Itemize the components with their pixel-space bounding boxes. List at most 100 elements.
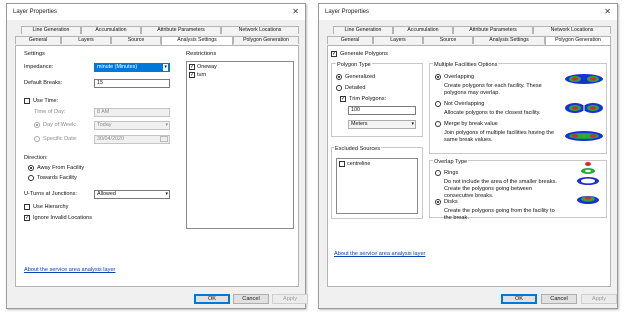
trim-value-input[interactable]: 100 xyxy=(348,106,416,115)
title-bar: Layer Properties ✕ xyxy=(7,4,305,20)
close-icon[interactable]: ✕ xyxy=(292,7,299,16)
time-of-day-input[interactable]: 8 AM xyxy=(94,108,170,117)
centreline-checkbox[interactable] xyxy=(339,161,345,167)
tab-source[interactable]: Source xyxy=(423,36,473,44)
multiple-facilities-header: Multiple Facilities Options xyxy=(433,62,499,68)
trim-units-dropdown[interactable]: Meters ▾ xyxy=(348,120,416,129)
dialog-title: Layer Properties xyxy=(13,9,58,15)
merge-by-break-radio[interactable] xyxy=(435,121,441,127)
generate-polygons-label: Generate Polygons xyxy=(340,51,388,57)
generalized-radio[interactable] xyxy=(336,74,342,80)
tab-attribute-parameters[interactable]: Attribute Parameters xyxy=(453,26,533,34)
restrictions-header: Restrictions xyxy=(186,51,217,57)
ignore-invalid-label: Ignore Invalid Locations xyxy=(33,215,93,221)
about-service-area-link[interactable]: About the service area analysis layer xyxy=(334,251,425,257)
disks-description: Create the polygons going from the facil… xyxy=(444,208,555,214)
restrictions-list[interactable]: ✓ Oneway ✓ turn xyxy=(186,61,294,229)
day-of-week-value: Today xyxy=(97,122,112,128)
tab-analysis-settings[interactable]: Analysis Settings xyxy=(161,36,233,45)
tab-general[interactable]: General xyxy=(15,36,61,44)
dialog-title: Layer Properties xyxy=(325,9,370,15)
ok-button[interactable]: OK xyxy=(194,294,230,304)
about-service-area-link[interactable]: About the service area analysis layer xyxy=(24,267,115,273)
generate-polygons-checkbox[interactable]: ✓ xyxy=(331,51,337,57)
uturns-value: Allowed xyxy=(97,191,116,197)
tab-network-locations[interactable]: Network Locations xyxy=(533,26,611,34)
ok-button[interactable]: OK xyxy=(501,294,537,304)
specific-date-label: Specific Date: xyxy=(43,136,78,142)
disks-icon xyxy=(577,196,599,204)
use-time-checkbox[interactable] xyxy=(24,98,30,104)
tab-attribute-parameters[interactable]: Attribute Parameters xyxy=(141,26,221,34)
disks-radio[interactable] xyxy=(435,199,441,205)
close-icon[interactable]: ✕ xyxy=(604,7,611,16)
polygon-type-header: Polygon Type xyxy=(336,62,372,68)
centreline-label: centreline xyxy=(347,161,371,167)
tab-accumulation[interactable]: Accumulation xyxy=(81,26,141,34)
uturns-dropdown[interactable]: Allowed ▾ xyxy=(94,190,170,199)
restriction-turn-label: turn xyxy=(197,72,207,78)
restriction-oneway-checkbox[interactable]: ✓ xyxy=(189,64,195,70)
overlapping-description-2: polygons may overlap. xyxy=(444,90,500,96)
uturns-label: U-Turns at Junctions: xyxy=(24,191,77,197)
rings-description-2: Create the polygons going between xyxy=(444,186,533,192)
layer-properties-dialog-polygon: Layer Properties ✕ Line Generation Accum… xyxy=(318,3,618,309)
chevron-down-icon: ▾ xyxy=(411,121,414,127)
apply-button[interactable]: Apply xyxy=(272,294,308,304)
day-of-week-dropdown[interactable]: Today ▾ xyxy=(94,121,170,130)
trim-polygons-checkbox[interactable]: ✓ xyxy=(340,96,346,102)
away-from-facility-radio[interactable] xyxy=(28,165,34,171)
default-breaks-input[interactable]: 15 xyxy=(94,79,170,88)
rings-radio[interactable] xyxy=(435,170,441,176)
day-of-week-label: Day of Week: xyxy=(43,122,77,128)
tab-polygon-generation[interactable]: Polygon Generation xyxy=(545,36,611,45)
specific-date-radio[interactable] xyxy=(34,136,40,142)
trim-units-value: Meters xyxy=(351,121,368,127)
ignore-invalid-checkbox[interactable]: ✓ xyxy=(24,215,30,221)
use-hierarchy-checkbox[interactable] xyxy=(24,204,30,210)
tab-line-generation[interactable]: Line Generation xyxy=(21,26,81,34)
polygon-generation-panel: ✓ Generate Polygons Polygon Type General… xyxy=(327,45,611,287)
towards-facility-label: Towards Facility xyxy=(37,175,77,181)
trim-polygons-label: Trim Polygons: xyxy=(349,96,387,102)
not-overlapping-polygons-icon xyxy=(565,102,603,114)
impedance-dropdown[interactable]: minute (Minutes) ▾ xyxy=(94,63,170,72)
tab-analysis-settings[interactable]: Analysis Settings xyxy=(473,36,545,44)
layer-properties-dialog-analysis: Layer Properties ✕ Line Generation Accum… xyxy=(6,3,308,309)
chevron-down-icon: ▾ xyxy=(165,191,168,197)
rings-label: Rings xyxy=(444,170,459,176)
use-time-label: Use Time: xyxy=(33,98,59,104)
restriction-turn-checkbox[interactable]: ✓ xyxy=(189,72,195,78)
cancel-button[interactable]: Cancel xyxy=(233,294,269,304)
calendar-icon[interactable] xyxy=(160,136,168,142)
merge-description-2: same break values. xyxy=(444,137,493,143)
tab-layers[interactable]: Layers xyxy=(373,36,423,44)
detailed-radio[interactable] xyxy=(336,85,342,91)
use-hierarchy-label: Use Hierarchy xyxy=(33,204,69,210)
detailed-label: Detailed xyxy=(345,85,366,91)
tab-line-generation[interactable]: Line Generation xyxy=(333,26,393,34)
overlapping-polygons-icon xyxy=(565,74,603,84)
not-overlapping-description: Allocate polygons to the closest facilit… xyxy=(444,110,541,116)
cancel-button[interactable]: Cancel xyxy=(541,294,577,304)
overlapping-description: Create polygons for each facility. These xyxy=(444,83,542,89)
not-overlapping-radio[interactable] xyxy=(435,101,441,107)
apply-button[interactable]: Apply xyxy=(581,294,617,304)
title-bar: Layer Properties ✕ xyxy=(319,4,617,20)
excluded-sources-list[interactable]: centreline xyxy=(336,158,418,214)
tab-polygon-generation[interactable]: Polygon Generation xyxy=(233,36,299,44)
tab-general[interactable]: General xyxy=(327,36,373,44)
towards-facility-radio[interactable] xyxy=(28,175,34,181)
specific-date-input[interactable]: 30/04/2020 xyxy=(94,135,170,144)
overlap-illustration xyxy=(577,162,599,204)
default-breaks-label: Default Breaks: xyxy=(24,80,63,86)
tab-accumulation[interactable]: Accumulation xyxy=(393,26,453,34)
disks-label: Disks xyxy=(444,199,458,205)
tab-source[interactable]: Source xyxy=(111,36,161,44)
restriction-oneway-label: Oneway xyxy=(197,64,217,70)
overlapping-radio[interactable] xyxy=(435,74,441,80)
day-of-week-radio[interactable] xyxy=(34,122,40,128)
impedance-value: minute (Minutes) xyxy=(97,64,138,70)
tab-network-locations[interactable]: Network Locations xyxy=(221,26,299,34)
tab-layers[interactable]: Layers xyxy=(61,36,111,44)
